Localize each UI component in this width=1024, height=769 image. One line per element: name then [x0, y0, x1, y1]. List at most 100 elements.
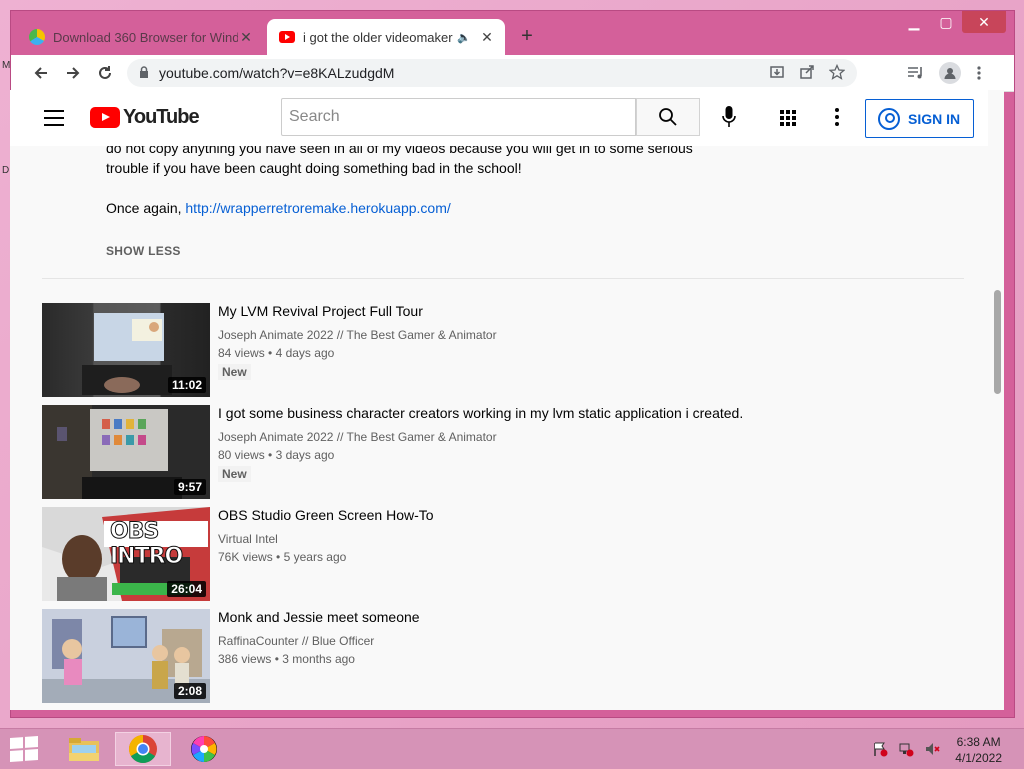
chrome-taskbar-icon[interactable]	[115, 732, 171, 766]
search-input[interactable]: Search	[281, 98, 636, 136]
window-controls: ▁ ▢ ✕	[898, 11, 1006, 33]
video-item[interactable]: 9:57 I got some business character creat…	[42, 405, 942, 499]
tab-360-browser[interactable]: Download 360 Browser for Wind ✕	[17, 19, 264, 55]
profile-icon	[939, 62, 961, 84]
bookmark-star-icon[interactable]	[828, 63, 846, 83]
desktop-icon-label: D	[2, 165, 10, 176]
youtube-play-icon	[90, 107, 120, 128]
omnibox-actions	[769, 59, 846, 87]
new-tab-button[interactable]: +	[517, 25, 537, 48]
description-link-line: Once again, http://wrapperretroremake.he…	[106, 198, 746, 218]
volume-muted-icon[interactable]	[924, 741, 940, 760]
maximize-icon[interactable]: ▢	[930, 11, 962, 33]
divider	[42, 278, 964, 279]
video-thumbnail[interactable]: 9:57	[42, 405, 210, 499]
youtube-logo[interactable]: YouTube	[90, 106, 200, 129]
video-duration: 11:02	[167, 377, 206, 393]
clock-date: 4/1/2022	[955, 751, 1002, 765]
settings-menu-icon[interactable]	[835, 108, 839, 129]
profile-avatar[interactable]	[939, 61, 961, 85]
meta-separator: •	[268, 448, 273, 462]
video-channel[interactable]: Joseph Animate 2022 // The Best Gamer & …	[218, 328, 497, 342]
video-channel[interactable]: RaffinaCounter // Blue Officer	[218, 634, 374, 648]
address-bar[interactable]: youtube.com/watch?v=e8KALzudgdM	[127, 59, 857, 87]
browser-toolbar: youtube.com/watch?v=e8KALzudgdM	[11, 55, 1014, 92]
video-meta: 76K views • 5 years ago	[218, 550, 346, 564]
360-browser-taskbar-icon[interactable]	[176, 732, 232, 766]
video-channel[interactable]: Joseph Animate 2022 // The Best Gamer & …	[218, 430, 497, 444]
video-views: 76K views	[218, 550, 273, 564]
sign-in-button[interactable]: SIGN IN	[865, 99, 974, 138]
meta-separator: •	[268, 346, 273, 360]
video-duration: 2:08	[173, 683, 206, 699]
description-line: trouble if you have been caught doing so…	[106, 160, 522, 176]
video-title[interactable]: Monk and Jessie meet someone	[218, 609, 420, 625]
install-icon[interactable]	[769, 64, 785, 83]
video-thumbnail[interactable]: OBS INTRO 26:04	[42, 507, 210, 601]
video-views: 386 views	[218, 652, 272, 666]
sign-in-label: SIGN IN	[908, 110, 961, 127]
page-viewport: YouTube Search SIGN IN do not copy anyth…	[10, 90, 1004, 710]
reload-icon[interactable]	[93, 61, 117, 85]
close-tab-icon[interactable]: ✕	[479, 29, 495, 46]
tab-title: i got the older videomakers	[303, 29, 454, 45]
network-icon[interactable]	[898, 741, 914, 760]
file-explorer-icon[interactable]	[56, 732, 112, 766]
video-meta: 84 views • 4 days ago	[218, 346, 334, 360]
search-placeholder: Search	[289, 108, 340, 125]
video-item[interactable]: OBS INTRO 26:04 OBS Studio Green Screen …	[42, 507, 942, 601]
close-tab-icon[interactable]: ✕	[238, 29, 254, 46]
account-icon	[878, 107, 900, 130]
tab-title: Download 360 Browser for Wind	[53, 29, 238, 45]
clock-time: 6:38 AM	[956, 735, 1001, 749]
video-title[interactable]: My LVM Revival Project Full Tour	[218, 303, 423, 319]
video-duration: 9:57	[173, 479, 206, 495]
youtube-logo-text: YouTube	[123, 106, 200, 128]
action-center-flag-icon[interactable]	[872, 741, 888, 760]
new-badge: New	[218, 364, 251, 380]
page-scrollbar[interactable]	[994, 290, 1001, 394]
close-window-icon[interactable]: ✕	[962, 11, 1006, 33]
video-duration: 26:04	[167, 581, 206, 597]
meta-separator: •	[276, 550, 281, 564]
media-control-icon[interactable]	[907, 61, 925, 85]
video-thumbnail[interactable]: 2:08	[42, 609, 210, 703]
video-title[interactable]: I got some business character creators w…	[218, 405, 743, 421]
minimize-icon[interactable]: ▁	[898, 11, 930, 33]
windows-start-icon[interactable]	[10, 736, 38, 762]
search-button[interactable]	[636, 98, 700, 136]
back-arrow-icon[interactable]	[29, 61, 53, 85]
hamburger-menu-icon[interactable]	[44, 110, 64, 126]
video-age: 4 days ago	[275, 346, 335, 360]
search-icon	[659, 108, 677, 126]
microphone-icon[interactable]	[717, 104, 741, 130]
description-blank-line	[106, 178, 746, 198]
tab-youtube[interactable]: i got the older videomakers 🔈 ✕	[267, 19, 505, 55]
lock-icon[interactable]	[139, 65, 149, 81]
description-text: Once again,	[106, 200, 182, 216]
speaker-icon[interactable]: 🔈	[457, 31, 471, 44]
system-tray	[872, 741, 940, 760]
share-icon[interactable]	[799, 64, 815, 83]
video-title[interactable]: OBS Studio Green Screen How-To	[218, 507, 434, 523]
youtube-icon	[279, 31, 295, 43]
video-age: 3 months ago	[282, 652, 355, 666]
video-description: do not copy anything you have seen in al…	[106, 138, 746, 218]
description-link[interactable]: http://wrapperretroremake.herokuapp.com/	[185, 200, 450, 216]
taskbar: 6:38 AM 4/1/2022	[0, 728, 1024, 769]
tab-strip: Download 360 Browser for Wind ✕ i got th…	[11, 11, 1014, 55]
video-item[interactable]: 2:08 Monk and Jessie meet someone Raffin…	[42, 609, 942, 703]
apps-grid-icon[interactable]	[780, 110, 796, 126]
system-clock[interactable]: 6:38 AM 4/1/2022	[955, 734, 1002, 766]
browser-menu-icon[interactable]	[977, 61, 981, 85]
video-age: 5 years ago	[283, 550, 347, 564]
show-less-button[interactable]: SHOW LESS	[106, 244, 181, 258]
video-channel[interactable]: Virtual Intel	[218, 532, 278, 546]
video-item[interactable]: 11:02 My LVM Revival Project Full Tour J…	[42, 303, 942, 397]
video-views: 80 views	[218, 448, 265, 462]
video-age: 3 days ago	[275, 448, 335, 462]
video-thumbnail[interactable]: 11:02	[42, 303, 210, 397]
youtube-header: YouTube Search SIGN IN	[10, 90, 988, 146]
new-badge: New	[218, 466, 251, 482]
forward-arrow-icon[interactable]	[61, 61, 85, 85]
